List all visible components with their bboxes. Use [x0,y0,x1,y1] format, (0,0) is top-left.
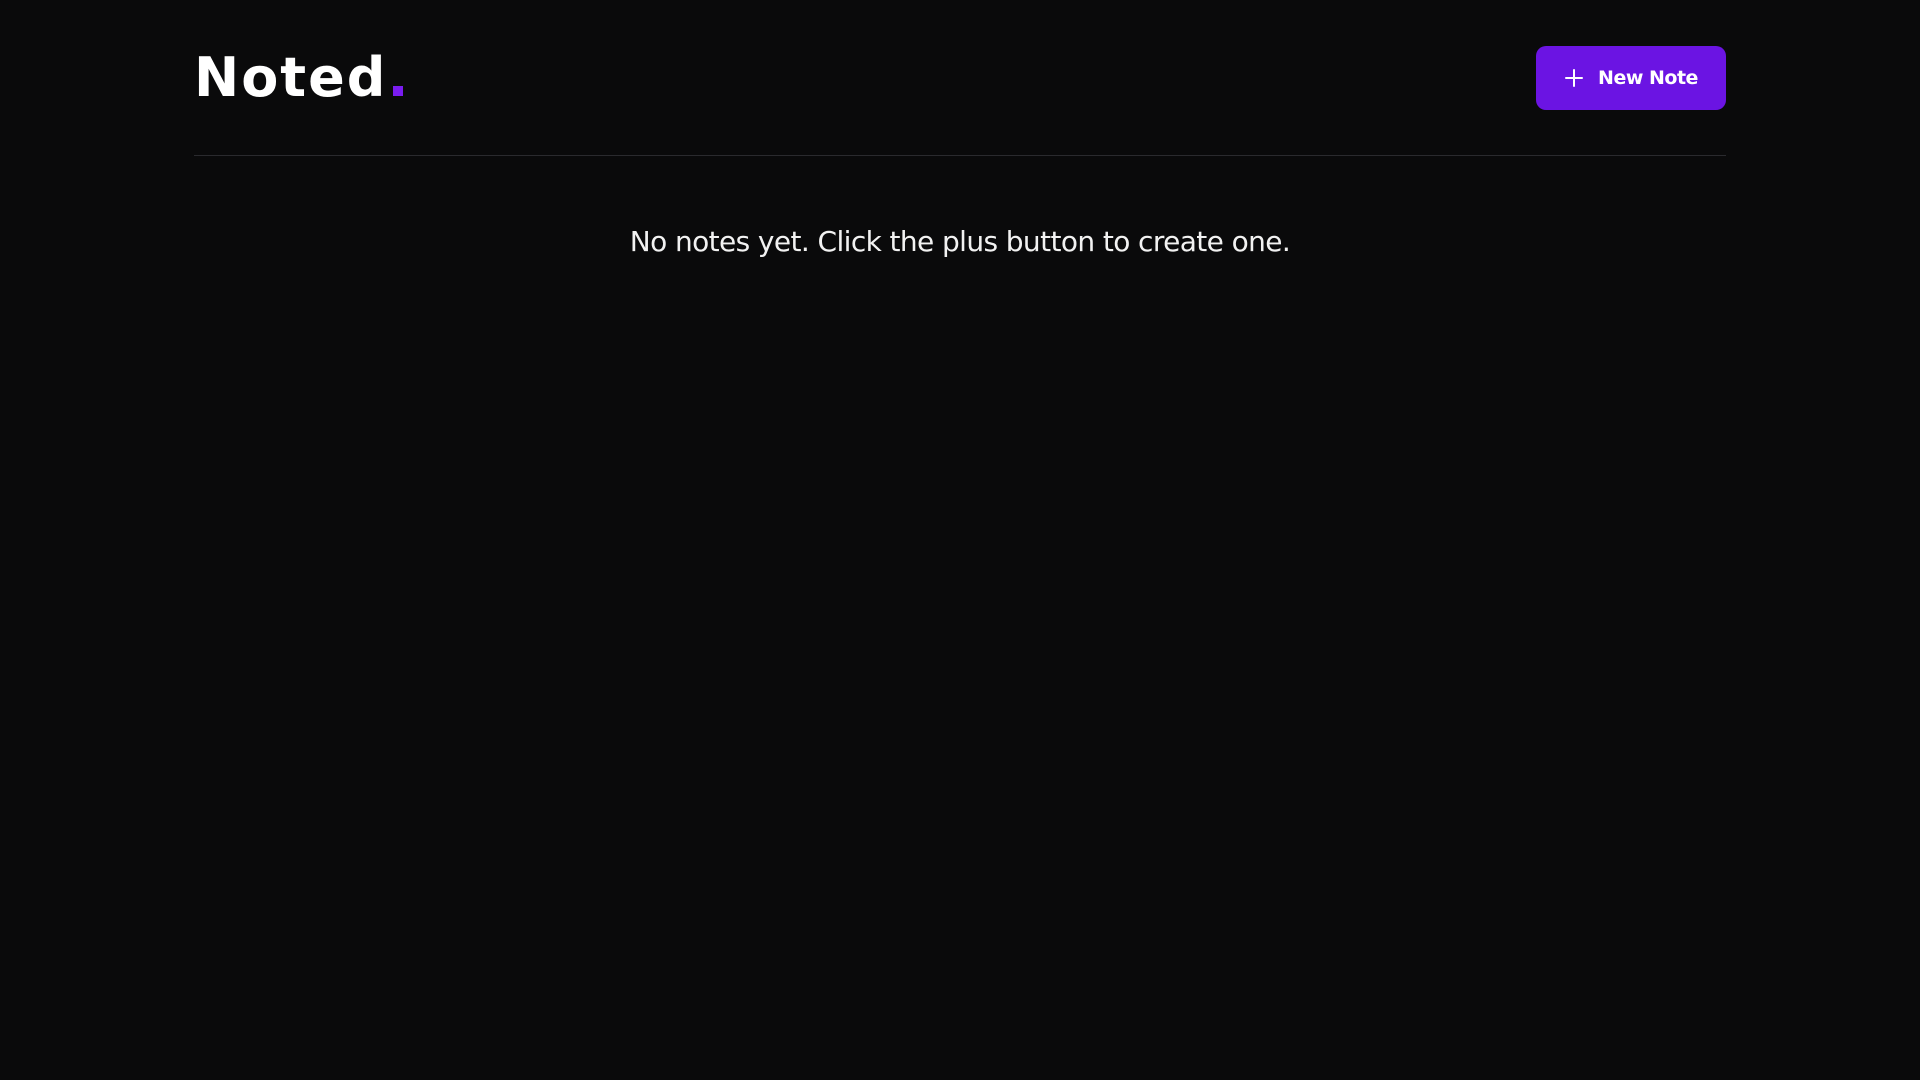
new-note-button[interactable]: New Note [1536,46,1726,110]
plus-icon [1564,68,1584,88]
logo-text: Noted [194,46,388,109]
app-root: Noted New Note No notes yet. Click the p… [0,0,1920,1080]
app-logo: Noted [194,46,404,110]
logo-dot [393,86,404,96]
header-divider [194,155,1726,156]
empty-state-message: No notes yet. Click the plus button to c… [629,225,1291,258]
header: Noted New Note [194,46,1726,110]
new-note-label: New Note [1598,67,1698,89]
